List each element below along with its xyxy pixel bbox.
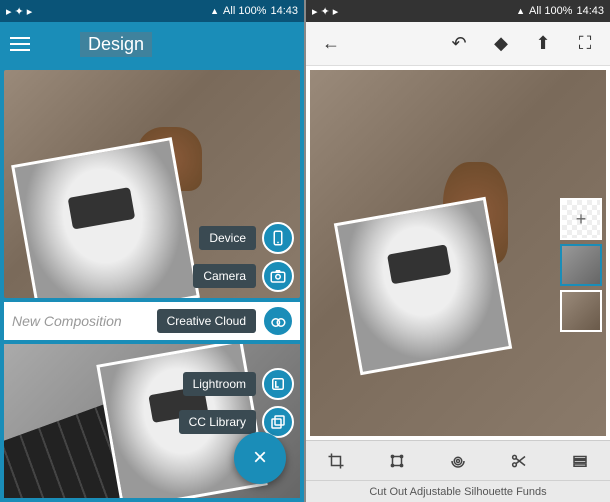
source-lightroom-button[interactable]: Lightroom [183, 368, 294, 400]
left-screen: ▸ ✦ ▸ All 100% 14:43 Design Device [0, 0, 304, 502]
close-fab-button[interactable]: × [234, 432, 286, 484]
notif-icon: ▸ [27, 5, 33, 18]
creative-cloud-label: Creative Cloud [157, 309, 256, 333]
upload-icon: ⬆ [535, 33, 550, 54]
status-bar: ▸ ✦ ▸ All 100% 14:43 [0, 0, 304, 22]
time-text: 14:43 [270, 5, 298, 17]
phone-icon [262, 222, 294, 254]
back-button[interactable]: ← [314, 27, 348, 61]
caption-text: Cut Out Adjustable Silhouette Funds [369, 486, 546, 498]
camera-label: Camera [193, 264, 256, 288]
effects-tool-button[interactable] [438, 441, 478, 481]
camera-icon [262, 260, 294, 292]
app-header: Design [0, 22, 304, 66]
layer-panel: + [560, 198, 602, 332]
close-icon: × [253, 444, 267, 472]
stack-icon [571, 452, 589, 470]
signal-icon [210, 5, 219, 17]
editor-content: + [306, 66, 610, 502]
share-button[interactable]: ⬆ [526, 27, 560, 61]
source-creative-cloud-button[interactable]: Creative Cloud [157, 305, 294, 337]
battery-text: All 100% [223, 5, 266, 17]
face-layer [11, 137, 200, 298]
notif-icon: ✦ [15, 5, 24, 18]
tool-row [306, 440, 610, 480]
fullscreen-button[interactable]: ⛶ [568, 27, 602, 61]
right-screen: ▸ ✦ ▸ All 100% 14:43 ← ↶ ◆ ⬆ ⛶ [306, 0, 610, 502]
layer-thumb-face[interactable] [560, 244, 602, 286]
composition-preview[interactable]: Device Camera [4, 70, 300, 298]
layers-icon: ◆ [494, 33, 508, 54]
tool-caption: Cut Out Adjustable Silhouette Funds [306, 480, 610, 502]
fullscreen-icon: ⛶ [579, 33, 592, 54]
lightroom-label: Lightroom [183, 372, 256, 396]
cloud-icon [262, 305, 294, 337]
transform-icon [388, 452, 406, 470]
undo-button[interactable]: ↶ [442, 27, 476, 61]
crop-tool-button[interactable] [316, 441, 356, 481]
more-tool-button[interactable] [560, 441, 600, 481]
page-title: Design [80, 32, 152, 57]
notif-icon: ▸ [333, 5, 339, 18]
crop-icon [327, 452, 345, 470]
face-layer-on-canvas[interactable] [333, 197, 511, 375]
spiral-icon [449, 452, 467, 470]
layers-button[interactable]: ◆ [484, 27, 518, 61]
plus-icon: + [576, 209, 587, 230]
canvas[interactable]: + [310, 70, 606, 436]
cut-tool-button[interactable] [499, 441, 539, 481]
status-bar: ▸ ✦ ▸ All 100% 14:43 [306, 0, 610, 22]
cc-library-label: CC Library [179, 410, 256, 434]
notif-icon: ✦ [321, 5, 330, 18]
composition-preview-2[interactable]: Lightroom CC Library × [4, 344, 300, 498]
arrow-left-icon: ← [322, 33, 340, 54]
undo-icon: ↶ [451, 33, 466, 54]
transform-tool-button[interactable] [377, 441, 417, 481]
add-layer-button[interactable]: + [560, 198, 602, 240]
source-camera-button[interactable]: Camera [193, 260, 294, 292]
lightroom-icon [262, 368, 294, 400]
device-label: Device [199, 226, 256, 250]
notif-icon: ▸ [312, 5, 318, 18]
source-device-button[interactable]: Device [199, 222, 294, 254]
notif-icon: ▸ [6, 5, 12, 18]
layer-thumb-background[interactable] [560, 290, 602, 332]
signal-icon [516, 5, 525, 17]
time-text: 14:43 [576, 5, 604, 17]
content-area: Device Camera New Composition [0, 66, 304, 502]
menu-button[interactable] [10, 37, 30, 51]
editor-toolbar: ← ↶ ◆ ⬆ ⛶ [306, 22, 610, 66]
new-composition-label: New Composition [12, 313, 122, 329]
source-cc-library-button[interactable]: CC Library [179, 406, 294, 438]
battery-text: All 100% [529, 5, 572, 17]
new-composition-row[interactable]: New Composition Creative Cloud [4, 302, 300, 340]
scissors-icon [510, 452, 528, 470]
